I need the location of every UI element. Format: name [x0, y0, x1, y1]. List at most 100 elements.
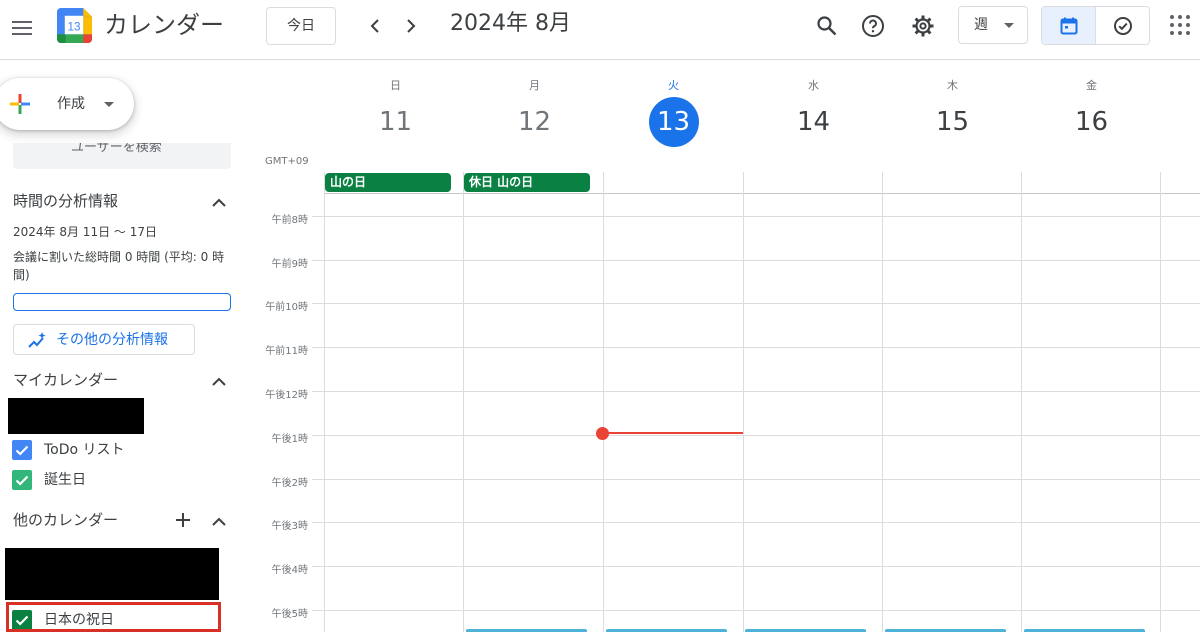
more-insights-button[interactable]: その他の分析情報: [13, 324, 195, 355]
hour-line: [312, 303, 1200, 304]
tasks-icon: [1113, 16, 1132, 35]
day-column-header[interactable]: 木 15: [883, 78, 1022, 148]
day-number[interactable]: 11: [371, 97, 421, 147]
hour-line: [312, 566, 1200, 567]
other-calendars-title: 他のカレンダー: [13, 511, 119, 529]
column-divider: [324, 172, 325, 632]
hour-line: [312, 216, 1200, 217]
chevron-up-icon[interactable]: [211, 195, 227, 211]
dropdown-caret-icon: [1004, 23, 1014, 28]
create-dropdown-caret-icon: [104, 102, 114, 107]
hour-line: [312, 610, 1200, 611]
day-number[interactable]: 15: [928, 97, 978, 147]
calendar-view-toggle[interactable]: [1042, 7, 1096, 44]
all-day-divider: [324, 193, 1200, 194]
checkbox-checked-icon[interactable]: [12, 440, 32, 460]
current-time-line: [602, 432, 743, 434]
add-calendar-icon[interactable]: [175, 512, 191, 528]
help-icon: [862, 15, 884, 37]
day-of-week: 日: [390, 79, 401, 92]
help-button[interactable]: [858, 11, 888, 41]
day-column-header[interactable]: 金 16: [1022, 78, 1161, 148]
plus-icon: [10, 94, 30, 114]
current-time-dot: [596, 427, 609, 440]
day-number-today[interactable]: 13: [648, 97, 699, 147]
chevron-up-icon[interactable]: [211, 374, 227, 390]
hour-line: [312, 347, 1200, 348]
search-people-input[interactable]: ユーザーを検索: [13, 143, 231, 169]
column-divider: [882, 172, 883, 632]
timezone-label: GMT+09: [265, 156, 309, 167]
calendar-logo-icon[interactable]: 13: [57, 8, 92, 43]
column-divider: [743, 172, 744, 632]
hour-line: [312, 435, 1200, 436]
day-column-header[interactable]: 水 14: [744, 78, 883, 148]
day-number[interactable]: 14: [789, 97, 839, 147]
search-button[interactable]: [812, 11, 842, 41]
insights-summary: 会議に割いた総時間 0 時間 (平均: 0 時間): [13, 250, 225, 282]
calendar-view-icon: [1060, 17, 1077, 34]
column-divider: [1021, 172, 1022, 632]
day-of-week: 月: [529, 79, 540, 92]
more-insights-label: その他の分析情報: [56, 332, 168, 348]
all-day-event[interactable]: 山の日: [325, 173, 451, 192]
logo-day-number: 13: [68, 20, 81, 33]
redacted-calendar-entry: [5, 548, 219, 600]
current-period-label: 2024年 8月: [450, 11, 571, 36]
hour-line: [312, 391, 1200, 392]
calendar-item-todo[interactable]: ToDo リスト: [12, 439, 232, 461]
apps-icon[interactable]: [1170, 15, 1190, 35]
top-app-bar: 13 カレンダー 今日 2024年 8月 週: [0, 0, 1200, 60]
settings-button[interactable]: [908, 11, 938, 41]
day-of-week: 水: [808, 79, 819, 92]
day-number[interactable]: 16: [1067, 97, 1117, 147]
time-label: 午前10時: [265, 302, 308, 313]
search-icon: [817, 16, 837, 36]
redacted-calendar-entry: [8, 398, 144, 434]
calendar-item-label: ToDo リスト: [44, 442, 125, 458]
time-insights-title: 時間の分析情報: [13, 192, 119, 210]
day-number[interactable]: 12: [510, 97, 560, 147]
time-label: 午後5時: [271, 609, 308, 620]
chevron-right-icon: [407, 19, 416, 33]
my-calendars-title: マイカレンダー: [13, 371, 119, 389]
time-label: 午後1時: [271, 434, 308, 445]
day-of-week: 木: [947, 79, 958, 92]
time-label: 午前9時: [271, 259, 308, 270]
hour-line: [312, 522, 1200, 523]
calendar-item-label: 誕生日: [44, 472, 86, 488]
next-week-button[interactable]: [396, 12, 424, 40]
hour-line: [312, 479, 1200, 480]
today-button[interactable]: 今日: [266, 7, 336, 45]
tasks-view-toggle[interactable]: [1096, 7, 1149, 44]
calendar-item-birthdays[interactable]: 誕生日: [12, 469, 232, 491]
previous-week-button[interactable]: [362, 12, 390, 40]
view-selector-label: 週: [974, 17, 988, 33]
create-button-label: 作成: [57, 96, 85, 112]
column-divider: [463, 172, 464, 632]
day-column-header-today[interactable]: 火 13: [604, 78, 743, 148]
menu-icon[interactable]: [10, 16, 34, 40]
time-label: 午前11時: [265, 346, 308, 357]
checkbox-checked-icon[interactable]: [12, 470, 32, 490]
sparkle-chart-icon: [28, 332, 46, 348]
settings-icon: [912, 15, 934, 37]
time-label: 午後4時: [271, 565, 308, 576]
view-selector[interactable]: 週: [958, 6, 1028, 44]
app-title: カレンダー: [104, 11, 224, 39]
all-day-event[interactable]: 休日 山の日: [464, 173, 590, 192]
day-of-week: 金: [1086, 79, 1097, 92]
column-divider: [1160, 172, 1161, 632]
chevron-up-icon[interactable]: [211, 514, 227, 530]
time-label: 午後12時: [265, 390, 308, 401]
chevron-left-icon: [370, 19, 379, 33]
day-column-header[interactable]: 月 12: [465, 78, 604, 148]
time-label: 午後3時: [271, 521, 308, 532]
day-column-header[interactable]: 日 11: [326, 78, 465, 148]
calendar-tasks-toggle: [1041, 6, 1150, 45]
hour-line: [312, 260, 1200, 261]
sidebar: 作成 ユーザーを検索 時間の分析情報 2024年 8月 11日 〜 17日 会議…: [0, 61, 248, 632]
time-label: 午前8時: [271, 215, 308, 226]
create-button[interactable]: 作成: [0, 78, 134, 130]
insights-meeting-bar: [13, 293, 231, 311]
